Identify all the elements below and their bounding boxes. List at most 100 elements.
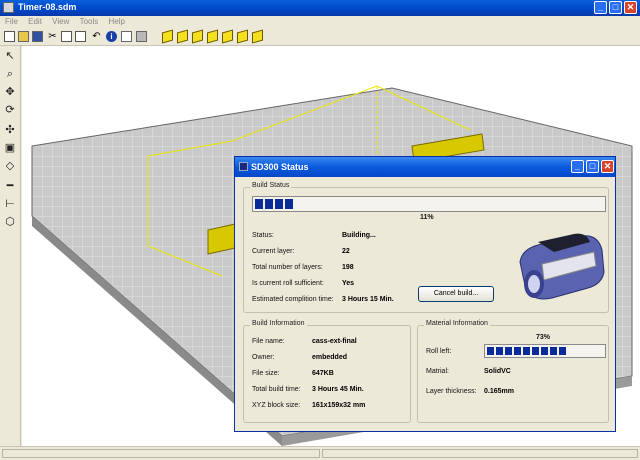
menu-view[interactable]: View [52,16,69,28]
sd300-status-dialog: SD300 Status _ □ ✕ Build Status 11% Stat… [234,156,616,432]
progress-segment [559,347,566,355]
cut-icon[interactable]: ✂ [47,31,58,42]
roll-left-bar [484,344,606,358]
view-left-icon[interactable] [192,29,203,44]
build-progress-bar [252,196,606,212]
build-status-legend: Build Status [250,182,292,189]
dialog-maximize-button[interactable]: □ [586,160,599,173]
total-build-time-label: Total build time: [252,386,301,393]
progress-segment [487,347,494,355]
material-value: SolidVC [484,368,511,375]
view-front-icon[interactable] [162,29,173,44]
current-layer-label: Current layer: [252,248,295,255]
roll-sufficient-label: Is current roll sufficient: [252,280,324,287]
cancel-build-button[interactable]: Cancel build... [418,286,494,302]
printer-icon [239,162,248,171]
material-information-group: Material Information 73% Roll left: Matr… [417,320,609,423]
build-information-legend: Build Information [250,320,307,327]
rotate-icon[interactable]: ⟳ [4,104,16,116]
open-folder-icon[interactable] [18,31,29,42]
dialog-close-button[interactable]: ✕ [601,160,614,173]
new-file-icon[interactable] [4,31,15,42]
view-bottom-icon[interactable] [237,29,248,44]
build-status-group: Build Status 11% Status: Building... Cur… [243,182,609,313]
maximize-button[interactable]: □ [609,1,622,14]
close-button[interactable]: ✕ [624,1,637,14]
file-size-label: File size: [252,370,280,377]
status-bar [0,446,640,460]
measure-icon[interactable]: ⊢ [4,198,16,210]
select-arrow-icon[interactable]: ↖ [4,50,16,62]
cube-outline-icon[interactable]: ◇ [4,160,16,172]
total-layers-value: 198 [342,264,354,271]
ruler-icon[interactable]: ━ [4,180,16,192]
menu-help[interactable]: Help [109,16,125,28]
status-pane-right [322,449,638,458]
status-label: Status: [252,232,274,239]
completion-time-label: Estimated complition time: [252,296,334,303]
view-right-icon[interactable] [207,29,218,44]
part-icon[interactable]: ⬡ [4,216,16,228]
progress-segment [255,199,263,209]
print-icon[interactable] [136,31,147,42]
progress-segment [532,347,539,355]
pan-icon[interactable]: ✥ [4,86,16,98]
view-top-icon[interactable] [222,29,233,44]
xyz-block-size-label: XYZ block size: [252,402,301,409]
file-size-value: 647KB [312,370,334,377]
build-information-group: Build Information File name: cass-ext-fi… [243,320,411,423]
progress-segment [285,199,293,209]
progress-segment [496,347,503,355]
xyz-block-size-value: 161x159x32 mm [312,402,366,409]
window-title: Timer-08.sdm [18,2,77,12]
file-name-label: File name: [252,338,285,345]
layer-thickness-value: 0.165mm [484,388,514,395]
properties-icon[interactable] [121,31,132,42]
menu-bar: File Edit View Tools Help [0,16,640,28]
progress-segment [514,347,521,355]
layer-thickness-label: Layer thickness: [426,388,477,395]
status-value: Building... [342,232,376,239]
material-information-legend: Material Information [424,320,490,327]
cube-icon[interactable]: ▣ [4,142,16,154]
copy-icon[interactable] [61,31,72,42]
material-label: Matrial: [426,368,449,375]
info-icon[interactable]: i [106,31,117,42]
roll-sufficient-value: Yes [342,280,355,287]
roll-left-label: Roll left: [426,348,452,355]
completion-time-value: 3 Hours 15 Min. [342,296,394,303]
menu-edit[interactable]: Edit [28,16,42,28]
save-icon[interactable] [32,31,43,42]
dialog-minimize-button[interactable]: _ [571,160,584,173]
current-layer-value: 22 [342,248,350,255]
window-titlebar: Timer-08.sdm _ □ ✕ [0,0,640,16]
toolbar: ✂ ↶ i [0,28,640,46]
menu-file[interactable]: File [5,16,18,28]
zoom-icon[interactable]: ⌕ [4,68,16,80]
progress-segment [275,199,283,209]
view-iso-icon[interactable] [252,29,263,44]
paste-icon[interactable] [75,31,86,42]
app-icon [3,2,14,13]
sd300-printer-image [519,233,605,300]
left-toolbar: ↖ ⌕ ✥ ⟳ ✣ ▣ ◇ ━ ⊢ ⬡ [0,46,21,446]
dialog-titlebar: SD300 Status _ □ ✕ [235,157,615,177]
file-name-value: cass-ext-final [312,338,357,345]
total-build-time-value: 3 Hours 45 Min. [312,386,364,393]
move-icon[interactable]: ✣ [4,124,16,136]
progress-segment [265,199,273,209]
status-pane-left [2,449,320,458]
total-layers-label: Total number of layers: [252,264,323,271]
progress-segment [550,347,557,355]
owner-label: Owner: [252,354,275,361]
minimize-button[interactable]: _ [594,1,607,14]
menu-tools[interactable]: Tools [80,16,99,28]
owner-value: embedded [312,354,348,361]
undo-icon[interactable]: ↶ [91,31,102,42]
progress-segment [541,347,548,355]
roll-left-percent: 73% [536,334,551,341]
progress-segment [505,347,512,355]
view-back-icon[interactable] [177,29,188,44]
progress-segment [523,347,530,355]
dialog-title: SD300 Status [251,162,309,172]
